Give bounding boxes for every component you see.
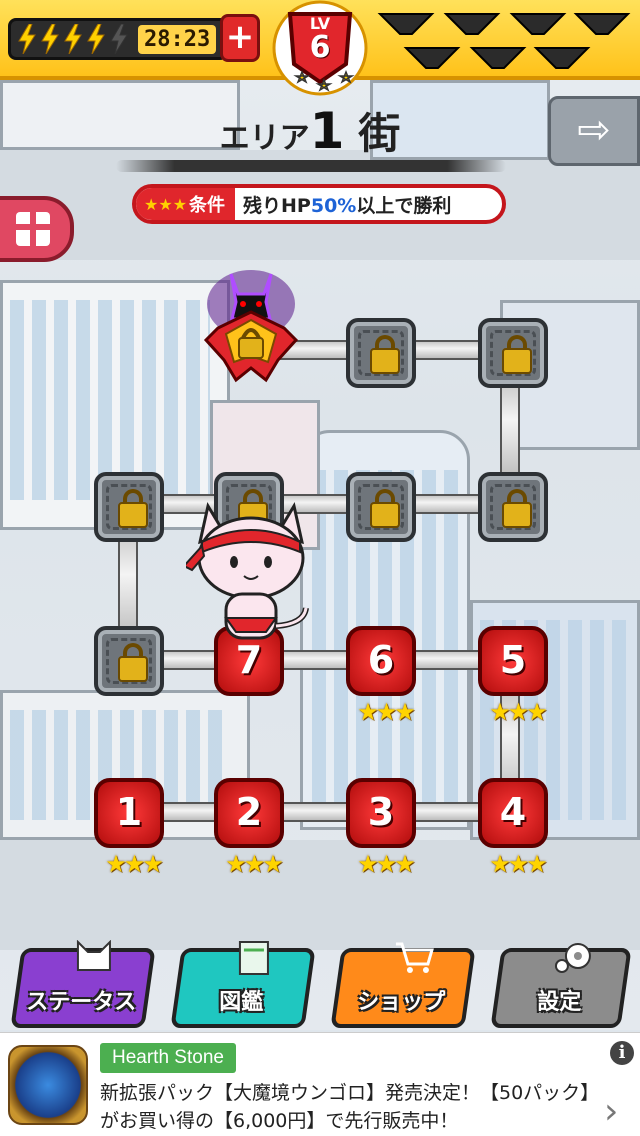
- energy-timer: 28:23: [138, 24, 217, 54]
- player-cat-character: [182, 496, 316, 656]
- energy-meter: 28:23: [8, 18, 228, 60]
- locked-stage[interactable]: [94, 626, 164, 696]
- stage-stars: ★★★: [225, 850, 284, 878]
- status-button[interactable]: ステータス: [10, 939, 156, 1028]
- energy-bolt-empty-icon: [109, 23, 129, 55]
- level-badge: LV 6: [268, 0, 372, 104]
- shopping-cart-icon: [394, 940, 434, 980]
- stage-stars: ★★★: [489, 850, 548, 878]
- ad-title-badge: Hearth Stone: [100, 1043, 236, 1073]
- energy-bolt-icon: [63, 23, 83, 55]
- condition-hp-value: 50%: [310, 194, 357, 217]
- info-icon[interactable]: i: [610, 1041, 634, 1065]
- condition-stars-icon: ★★★: [144, 194, 188, 214]
- zukan-button[interactable]: 図鑑: [170, 941, 316, 1028]
- stage-stars: ★★★: [489, 698, 548, 726]
- stage-stars: ★★★: [357, 698, 416, 726]
- locked-stage[interactable]: [478, 318, 548, 388]
- energy-bolt-icon: [17, 23, 37, 55]
- map-path: [500, 380, 520, 480]
- add-energy-button[interactable]: +: [220, 14, 260, 62]
- stage-stars: ★★★: [105, 850, 164, 878]
- funnel-collection: [376, 8, 636, 80]
- win-condition-banner: ★★★ 条件 残りHP50%以上で勝利: [132, 184, 506, 224]
- funnel-icons: [377, 13, 631, 69]
- book-icon: [234, 940, 274, 980]
- stage-node-2[interactable]: 2 ★★★: [214, 778, 284, 878]
- shop-button[interactable]: ショップ: [330, 942, 476, 1028]
- area-prefix: エリア: [219, 121, 310, 156]
- energy-bolt-icon: [86, 23, 106, 55]
- arrow-right-icon: ⇨: [577, 107, 611, 153]
- gear-icon: [554, 940, 594, 980]
- locked-stage[interactable]: [346, 472, 416, 542]
- map-path: [150, 802, 510, 822]
- title-underline: [116, 160, 506, 172]
- chevron-right-icon[interactable]: ›: [604, 1091, 618, 1132]
- energy-bolt-icon: [40, 23, 60, 55]
- stage-node-6[interactable]: 6 ★★★: [346, 626, 416, 726]
- stage-node-3[interactable]: 3 ★★★: [346, 778, 416, 878]
- settings-button[interactable]: 設定: [490, 943, 632, 1028]
- level-value: 6: [309, 30, 331, 65]
- hearthstone-logo-icon: [8, 1045, 88, 1125]
- locked-stage[interactable]: [346, 318, 416, 388]
- next-area-button[interactable]: ⇨: [548, 96, 640, 166]
- area-number: 1: [309, 102, 345, 160]
- map-path: [118, 530, 138, 640]
- ad-text: 新拡張パック【大魔境ウンゴロ】発売決定！【50パック】 がお買い得の【6,000…: [100, 1079, 600, 1135]
- gift-button[interactable]: [0, 196, 74, 262]
- stage-stars: ★★★: [357, 850, 416, 878]
- locked-stage[interactable]: [94, 472, 164, 542]
- condition-label: ★★★ 条件: [136, 188, 236, 220]
- ad-line-1: 新拡張パック【大魔境ウンゴロ】発売決定！【50パック】: [100, 1082, 600, 1104]
- condition-text: 残りHP50%以上で勝利: [243, 194, 452, 217]
- boss-stage[interactable]: [196, 264, 306, 394]
- ad-line-2: がお買い得の【6,000円】で先行販売中！: [100, 1110, 459, 1132]
- stage-node-4[interactable]: 4 ★★★: [478, 778, 548, 878]
- stage-node-5[interactable]: 5 ★★★: [478, 626, 548, 726]
- gift-icon: [16, 212, 50, 246]
- cat-face-icon: [74, 939, 114, 980]
- area-name: 街: [358, 109, 401, 158]
- locked-stage[interactable]: [478, 472, 548, 542]
- ad-banner[interactable]: Hearth Stone 新拡張パック【大魔境ウンゴロ】発売決定！【50パック】…: [0, 1032, 640, 1136]
- stage-node-1[interactable]: 1 ★★★: [94, 778, 164, 878]
